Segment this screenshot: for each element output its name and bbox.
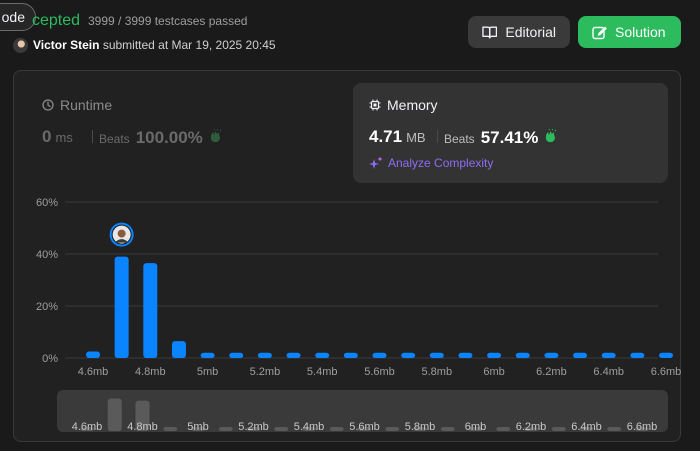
minimap-bar: [440, 427, 455, 431]
x-tick-label: 5.2mb: [250, 366, 281, 378]
histogram-bar: [487, 352, 502, 358]
tab-code[interactable]: ode: [0, 3, 36, 31]
memory-beats-pct: 57.41%: [480, 128, 539, 147]
divider: [92, 130, 93, 143]
runtime-beats: Beats 100.00%: [92, 128, 223, 148]
minimap-x-label: 5.2mb: [238, 421, 269, 432]
histogram-bar: [343, 352, 358, 358]
runtime-value: 0 ms: [42, 127, 73, 147]
minimap-x-label: 5mb: [187, 421, 208, 432]
x-tick-label: 5.8mb: [422, 366, 453, 378]
minimap-bar: [385, 427, 400, 431]
minimap-x-label: 6.6mb: [627, 421, 658, 432]
histogram-bar: [630, 352, 645, 358]
minimap-bar: [329, 427, 344, 431]
histogram-bar: [114, 256, 129, 358]
clock-icon: [42, 99, 54, 111]
solution-button[interactable]: Solution: [578, 16, 681, 48]
histogram-bar: [286, 352, 301, 358]
histogram-bar: [573, 352, 588, 358]
x-tick-label: 4.6mb: [78, 366, 109, 378]
user-position-avatar: [109, 222, 134, 247]
histogram-bar: [429, 352, 444, 358]
memory-distribution-chart: 0% 20% 40% 60% 4.6mb 4.8mb 5mb 5.2mb 5.4mb 5.6mb 5…: [36, 197, 682, 378]
avatar-face: [117, 229, 126, 238]
submission-status: cepted: [32, 12, 81, 29]
memory-beats-label: Beats: [444, 132, 475, 146]
y-tick-label: 20%: [36, 301, 58, 313]
memory-number: 4.71: [369, 127, 403, 146]
memory-label: Memory: [387, 97, 438, 113]
y-tick-label: 40%: [36, 249, 58, 261]
histogram-bar: [458, 352, 473, 358]
memory-title[interactable]: Memory: [369, 97, 438, 113]
minimap-x-label: 4.6mb: [72, 421, 103, 432]
histogram-bar: [143, 263, 158, 358]
y-tick-label: 60%: [36, 197, 58, 209]
x-tick-label: 4.8mb: [135, 366, 166, 378]
x-tick-label: 6mb: [483, 366, 504, 378]
minimap-bar: [218, 427, 233, 431]
histogram-bar: [257, 352, 272, 358]
submitted-time: submitted at Mar 19, 2025 20:45: [102, 38, 276, 52]
histogram-bar: [229, 352, 244, 358]
minimap-bar: [496, 427, 511, 431]
chart-minimap[interactable]: 4.6mb 4.8mb 5mb 5.2mb 5.4mb 5.6mb 5.8mb 6mb 6.2m…: [57, 390, 668, 432]
histogram-bar: [659, 352, 673, 358]
minimap-x-label: 4.8mb: [127, 421, 158, 432]
histogram-bar: [86, 351, 100, 358]
minimap-x-label: 5.6mb: [349, 421, 380, 432]
histogram-bar: [372, 352, 387, 358]
runtime-beats-pct: 100.00%: [135, 128, 203, 147]
memory-unit: MB: [406, 130, 426, 145]
x-tick-label: 6.2mb: [536, 366, 567, 378]
histogram-bar: [401, 352, 416, 358]
minimap-bar: [607, 427, 622, 431]
avatar[interactable]: [13, 38, 28, 53]
analyze-label: Analyze Complexity: [388, 156, 494, 170]
runtime-title[interactable]: Runtime: [42, 97, 112, 113]
minimap-bar: [107, 398, 122, 431]
clap-icon: [546, 129, 557, 143]
minimap-x-label: 5.8mb: [405, 421, 436, 432]
runtime-label: Runtime: [60, 97, 113, 113]
edit-icon: [592, 26, 607, 39]
histogram-bar: [601, 352, 616, 358]
submitter-line: Victor Stein submitted at Mar 19, 2025 2…: [33, 38, 276, 52]
memory-beats: Beats 57.41%: [437, 128, 558, 148]
analyze-complexity-link[interactable]: Analyze Complexity: [369, 156, 493, 170]
runtime-number: 0: [42, 127, 52, 146]
minimap-x-label: 6mb: [465, 421, 486, 432]
x-tick-label: 5.6mb: [364, 366, 395, 378]
minimap-bar: [163, 427, 178, 431]
minimap-x-label: 5.4mb: [294, 421, 325, 432]
x-tick-label: 5.4mb: [307, 366, 338, 378]
minimap-bar: [551, 427, 566, 431]
minimap-x-label: 6.4mb: [571, 421, 602, 432]
histogram-bar: [200, 352, 215, 358]
minimap-bar: [274, 427, 289, 431]
solution-label: Solution: [615, 24, 666, 40]
minimap-x-label: 6.2mb: [516, 421, 547, 432]
divider: [437, 130, 438, 143]
x-tick-label: 5mb: [197, 366, 218, 378]
submitter-name[interactable]: Victor Stein: [33, 38, 99, 52]
histogram-bar: [315, 352, 330, 358]
clap-icon: [210, 129, 222, 143]
y-tick-label: 0%: [42, 353, 58, 365]
runtime-beats-label: Beats: [99, 132, 130, 146]
memory-value: 4.71 MB: [369, 127, 426, 147]
sparkle-icon: [369, 156, 383, 169]
x-tick-label: 6.4mb: [593, 366, 624, 378]
book-icon: [482, 26, 498, 39]
x-tick-label: 6.6mb: [651, 366, 682, 378]
chip-icon: [369, 99, 381, 111]
histogram-bar: [544, 352, 559, 358]
histogram-bar: [171, 341, 186, 358]
runtime-unit: ms: [55, 130, 73, 145]
testcases-count: 3999 / 3999 testcases passed: [88, 14, 248, 28]
editorial-button[interactable]: Editorial: [468, 16, 570, 48]
histogram-bar: [515, 352, 530, 358]
editorial-label: Editorial: [505, 24, 556, 40]
